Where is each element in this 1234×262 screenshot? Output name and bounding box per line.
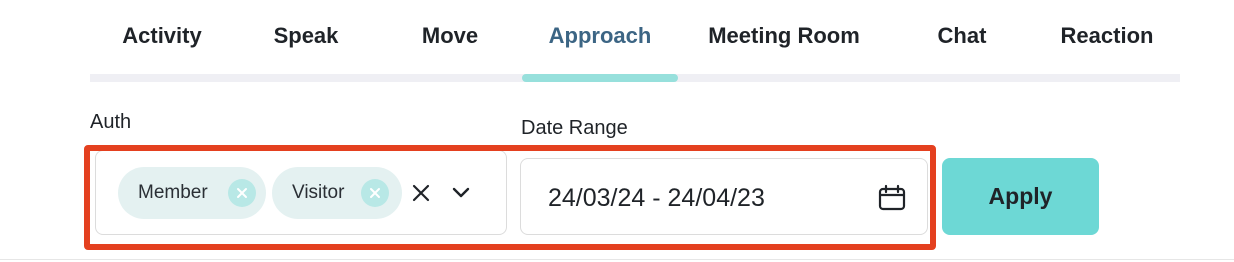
- tab-reaction[interactable]: Reaction: [1046, 20, 1168, 52]
- date-range-value: 24/03/24 - 24/04/23: [548, 184, 765, 212]
- apply-button[interactable]: Apply: [942, 158, 1099, 235]
- chip-visitor: Visitor: [272, 167, 402, 219]
- chip-member: Member: [118, 167, 266, 219]
- chip-member-label: Member: [138, 182, 208, 203]
- tab-chat[interactable]: Chat: [912, 20, 1012, 52]
- calendar-icon[interactable]: [877, 183, 907, 213]
- auth-multiselect[interactable]: Member Visitor: [95, 150, 507, 235]
- chip-member-remove-icon[interactable]: [228, 179, 256, 207]
- tab-activity[interactable]: Activity: [112, 20, 212, 52]
- divider: [0, 259, 1234, 260]
- tab-meeting-room[interactable]: Meeting Room: [692, 20, 876, 52]
- active-tab-indicator: [522, 74, 678, 82]
- chip-visitor-remove-icon[interactable]: [361, 179, 389, 207]
- date-range-label: Date Range: [521, 117, 628, 139]
- auth-label: Auth: [90, 111, 132, 133]
- tab-bar: Activity Speak Move Approach Meeting Roo…: [0, 0, 1234, 82]
- chevron-down-icon[interactable]: [446, 178, 476, 208]
- close-icon[interactable]: [406, 178, 436, 208]
- tab-approach[interactable]: Approach: [530, 20, 670, 52]
- date-range-input[interactable]: 24/03/24 - 24/04/23: [520, 158, 928, 235]
- tab-speak[interactable]: Speak: [256, 20, 356, 52]
- tab-move[interactable]: Move: [400, 20, 500, 52]
- chip-visitor-label: Visitor: [292, 182, 345, 203]
